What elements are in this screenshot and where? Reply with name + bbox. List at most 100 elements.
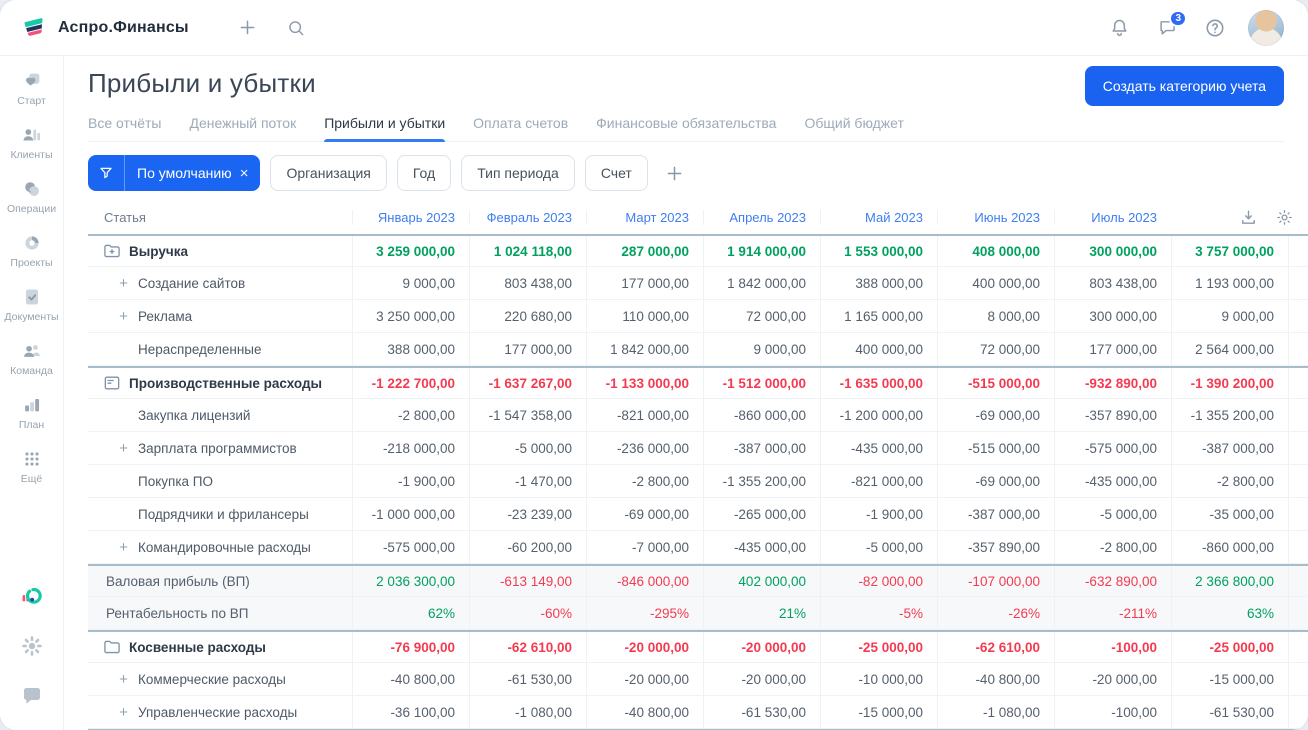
folder-list-icon <box>102 373 122 393</box>
cell-value: -1 080,00 <box>469 696 586 728</box>
cell-value: -218 000,00 <box>352 432 469 464</box>
cell-value: -515 000,00 <box>937 368 1054 398</box>
filter-chip-organization[interactable]: Организация <box>270 155 387 191</box>
cell-value: 72 000,00 <box>937 333 1054 365</box>
column-header[interactable]: Май 2023 <box>820 209 937 225</box>
plan-icon <box>21 394 43 416</box>
cell-value: -40 800,00 <box>937 663 1054 695</box>
table-row-gross-profit: Валовая прибыль (ВП) 2 036 300,00 -613 149… <box>88 564 1308 597</box>
add-button[interactable] <box>231 11 265 45</box>
table-row-travel-expenses[interactable]: + Командировочные расходы -575 000,00 -60 2… <box>88 531 1308 564</box>
sidebar-item-projects[interactable]: Проекты <box>2 232 62 269</box>
table-row-software-purchase[interactable]: +Покупка ПО-1 900,00-1 470,00-2 800,00-1… <box>88 465 1308 498</box>
table-row-programmer-salary[interactable]: + Зарплата программистов -218 000,00 -5 000… <box>88 432 1308 465</box>
row-filler <box>1288 531 1308 563</box>
table-row-site-creation[interactable]: + Создание сайтов 9 000,00 803 438,00 177 00… <box>88 267 1308 300</box>
table-row-indirect-costs[interactable]: Косвенные расходы -76 900,00 -62 610,00 -20… <box>88 630 1308 663</box>
sidebar-item-plan[interactable]: План <box>2 394 62 431</box>
report-tabs: Все отчёты Денежный поток Прибыли и убытки… <box>88 109 1284 142</box>
add-filter-button[interactable] <box>660 158 690 188</box>
row-label-cell: + Создание сайтов <box>88 267 352 299</box>
cell-value: -932 890,00 <box>1054 368 1171 398</box>
expand-icon[interactable]: + <box>116 704 131 721</box>
avatar[interactable] <box>1248 9 1284 46</box>
search-button[interactable] <box>279 11 313 45</box>
table-row-unallocated[interactable]: +Нераспределенные388 000,00177 000,001 8… <box>88 333 1308 366</box>
expand-icon[interactable]: + <box>116 308 131 325</box>
row-label: Реклама <box>138 308 193 324</box>
messages-button[interactable]: 3 <box>1150 9 1187 45</box>
sidebar-item-operations[interactable]: Операции <box>2 178 62 215</box>
row-filler <box>1288 498 1308 530</box>
table-row-commercial-expenses[interactable]: + Коммерческие расходы -40 800,00 -61 530,0… <box>88 663 1308 696</box>
tab-invoices[interactable]: Оплата счетов <box>473 109 568 141</box>
column-header[interactable]: Март 2023 <box>586 209 703 225</box>
feedback-icon[interactable] <box>20 684 44 708</box>
expand-icon[interactable]: + <box>116 539 131 556</box>
download-icon[interactable] <box>1239 208 1258 227</box>
cell-value: -82 000,00 <box>820 566 937 596</box>
column-header[interactable]: Июль 2023 <box>1054 209 1171 225</box>
filter-chip-year[interactable]: Год <box>396 155 452 191</box>
tab-all-reports[interactable]: Все отчёты <box>88 109 161 141</box>
column-header[interactable]: Июнь 2023 <box>937 209 1054 225</box>
settings-icon[interactable] <box>20 634 44 658</box>
sidebar-item-documents[interactable]: Документы <box>2 286 62 323</box>
table-row-contractors[interactable]: +Подрядчики и фрилансеры-1 000 000,00-23… <box>88 498 1308 531</box>
cell-value: -1 200 000,00 <box>820 399 937 431</box>
tab-liabilities[interactable]: Финансовые обязательства <box>596 109 776 141</box>
cell-value: -613 149,00 <box>469 566 586 596</box>
main-content: Прибыли и убытки Создать категорию учета… <box>64 56 1308 730</box>
sidebar-item-start[interactable]: Старт <box>2 70 62 107</box>
tab-cash-flow[interactable]: Денежный поток <box>189 109 296 141</box>
table-row-advertising[interactable]: + Реклама 3 250 000,00 220 680,00 110 000,00… <box>88 300 1308 333</box>
tab-budget[interactable]: Общий бюджет <box>804 109 903 141</box>
table-row-production-costs[interactable]: Производственные расходы -1 222 700,00 -1 … <box>88 366 1308 399</box>
projects-icon <box>21 232 43 254</box>
cell-value: -25 000,00 <box>1171 632 1288 662</box>
table-row-management-expenses[interactable]: + Управленческие расходы -36 100,00 -1 080,… <box>88 696 1308 729</box>
table-row-license-purchase[interactable]: +Закупка лицензий-2 800,00-1 547 358,00-… <box>88 399 1308 432</box>
row-label: Создание сайтов <box>138 275 246 291</box>
cell-value: -1 637 267,00 <box>469 368 586 398</box>
sidebar-item-clients[interactable]: Клиенты <box>2 124 62 161</box>
column-header[interactable]: Апрель 2023 <box>703 209 820 225</box>
cell-value: 9 000,00 <box>352 267 469 299</box>
filter-chip-account[interactable]: Счет <box>584 155 648 191</box>
sidebar-item-label: Документы <box>4 311 59 323</box>
documents-icon <box>21 286 43 308</box>
cell-value: 408 000,00 <box>937 236 1054 266</box>
row-label-cell: Косвенные расходы <box>88 632 352 662</box>
notifications-button[interactable] <box>1102 11 1136 45</box>
expand-icon[interactable]: + <box>116 275 131 292</box>
cell-value: -5 000,00 <box>820 531 937 563</box>
sidebar-item-label: Проекты <box>10 257 53 269</box>
table-settings-icon[interactable] <box>1275 208 1294 227</box>
cell-value: 1 914 000,00 <box>703 236 820 266</box>
table-row-revenue[interactable]: Выручка 3 259 000,00 1 024 118,00 287 000,0… <box>88 234 1308 267</box>
row-filler <box>1288 399 1308 431</box>
filter-chip-period-type[interactable]: Тип периода <box>461 155 575 191</box>
expand-icon[interactable]: + <box>116 440 131 457</box>
cell-value: -1 900,00 <box>820 498 937 530</box>
cell-value: -265 000,00 <box>703 498 820 530</box>
create-category-button[interactable]: Создать категорию учета <box>1084 66 1284 106</box>
cell-value: 300 000,00 <box>1054 300 1171 332</box>
row-label-cell: Валовая прибыль (ВП) <box>88 566 352 596</box>
row-label: Производственные расходы <box>129 375 323 391</box>
sidebar-item-more[interactable]: Ещё <box>2 448 62 485</box>
sidebar-item-team[interactable]: Команда <box>2 340 62 377</box>
cell-value: -69 000,00 <box>937 465 1054 497</box>
column-header[interactable]: Январь 2023 <box>352 209 469 225</box>
cell-value: -23 239,00 <box>469 498 586 530</box>
cell-value: 402 000,00 <box>703 566 820 596</box>
cell-value: 388 000,00 <box>820 267 937 299</box>
expand-icon[interactable]: + <box>116 671 131 688</box>
help-button[interactable] <box>1198 11 1232 45</box>
clear-filter-icon[interactable]: × <box>238 165 261 182</box>
cell-value: 2 564 000,00 <box>1171 333 1288 365</box>
column-header[interactable]: Февраль 2023 <box>469 209 586 225</box>
active-filter-chip[interactable]: По умолчанию × <box>88 155 261 191</box>
cell-value: 9 000,00 <box>1171 300 1288 332</box>
tab-profit-loss[interactable]: Прибыли и убытки <box>324 109 445 142</box>
